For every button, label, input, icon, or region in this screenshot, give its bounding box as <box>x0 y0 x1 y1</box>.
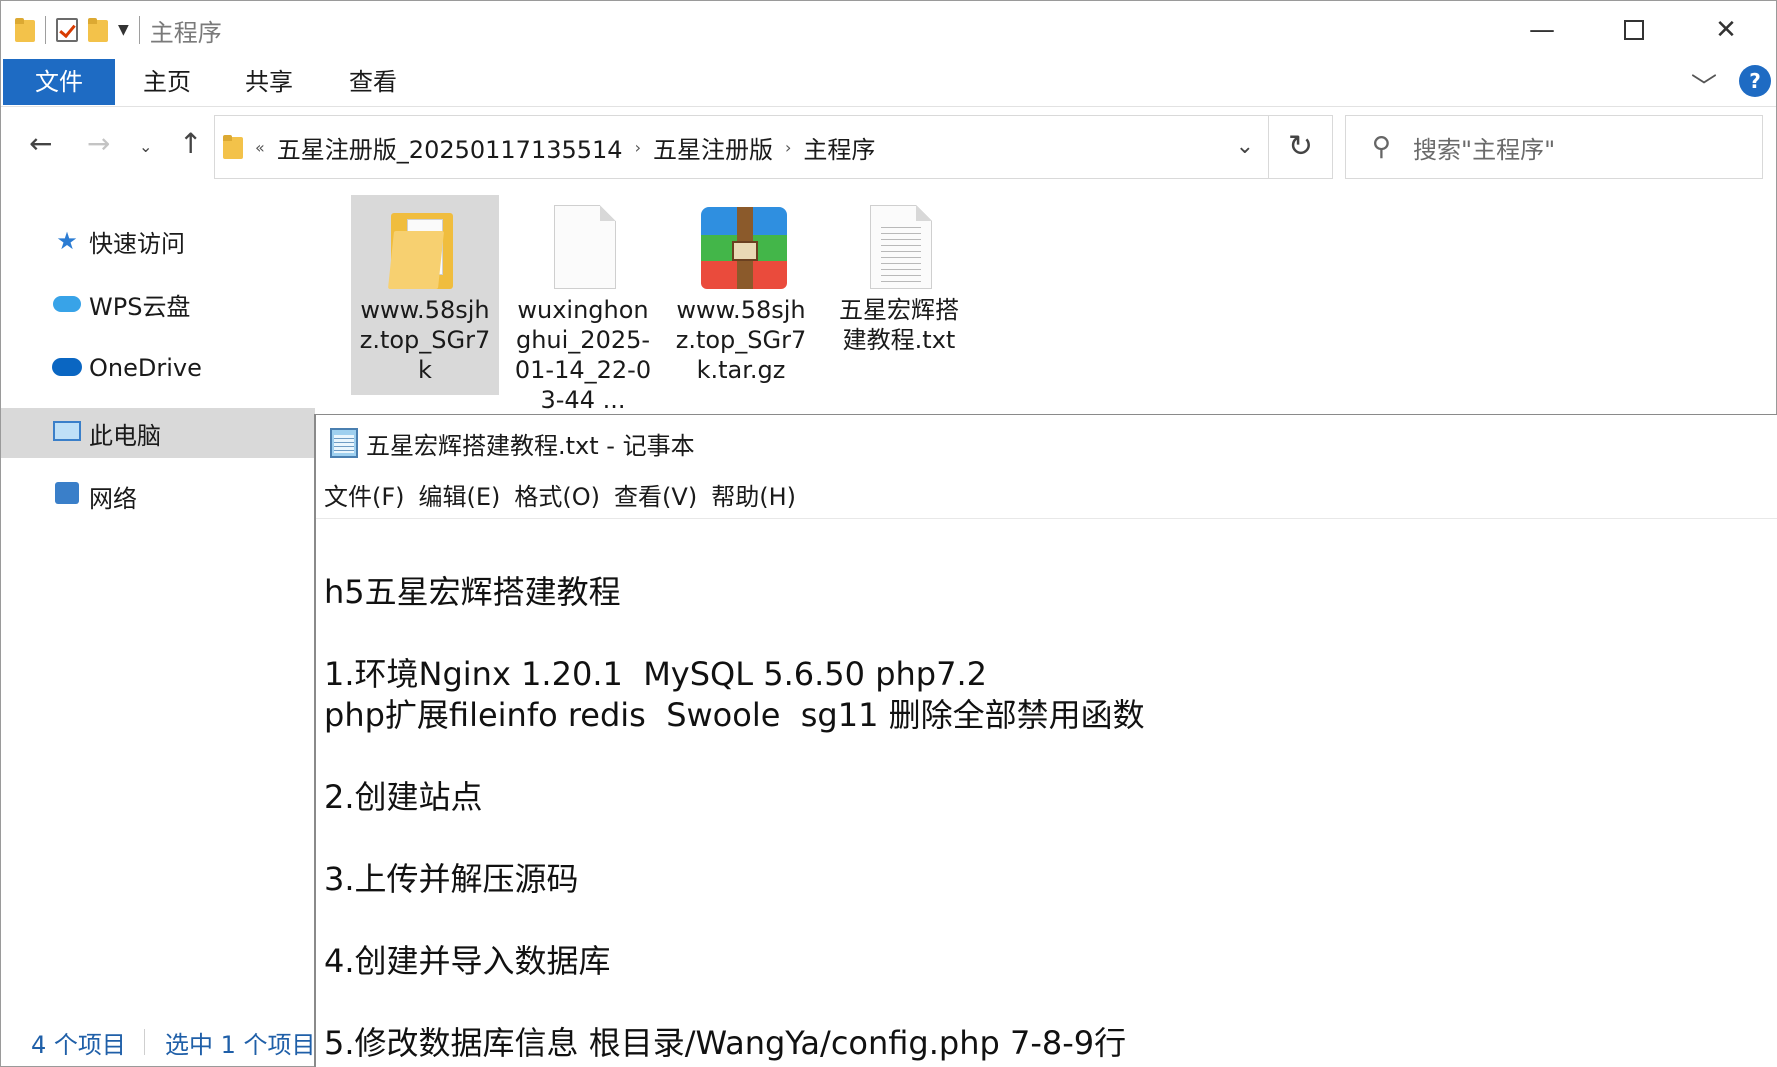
quick-access-toolbar: ▼ <box>1 1 140 59</box>
file-list: www.58sjhz.top_SGr7k wuxinghonghui_2025-… <box>341 195 1741 415</box>
notepad-menubar: 文件(F) 编辑(E) 格式(O) 查看(V) 帮助(H) <box>316 471 1777 519</box>
menu-file[interactable]: 文件(F) <box>324 477 405 512</box>
refresh-button[interactable]: ↻ <box>1269 115 1333 179</box>
status-divider <box>144 1029 145 1055</box>
file-name: 五星宏辉搭建教程.txt <box>839 296 959 354</box>
notepad-title: 五星宏辉搭建教程.txt - 记事本 <box>366 431 695 460</box>
explorer-titlebar: ▼ 主程序 — ✕ <box>1 1 1776 59</box>
window-title: 主程序 <box>149 18 222 47</box>
item-count: 4 个项目 <box>31 1031 126 1059</box>
text-line: 2.创建站点 <box>324 778 483 816</box>
menu-view[interactable]: 查看(V) <box>614 477 697 512</box>
ribbon-tabs: 文件 主页 共享 查看 ﹀ ? <box>1 59 1776 107</box>
network-icon <box>51 482 83 510</box>
sidebar-item-this-pc[interactable]: 此电脑 <box>1 408 315 458</box>
tab-view[interactable]: 查看 <box>333 59 413 105</box>
customize-toolbar-icon[interactable]: ▼ <box>118 22 129 38</box>
address-bar[interactable]: « 五星注册版_20250117135514 › 五星注册版 › 主程序 ⌄ <box>214 115 1269 179</box>
notepad-icon <box>330 428 358 458</box>
text-line: h5五星宏辉搭建教程 <box>324 573 621 611</box>
text-line <box>324 982 1764 1023</box>
file-item-folder[interactable]: www.58sjhz.top_SGr7k <box>351 195 499 395</box>
address-dropdown-chevron-icon[interactable]: ⌄ <box>1236 134 1254 159</box>
recent-locations-chevron-icon[interactable]: ⌄ <box>139 137 152 156</box>
folder-icon <box>15 18 35 42</box>
tab-share[interactable]: 共享 <box>229 59 309 105</box>
selected-count: 选中 1 个项目 <box>165 1031 316 1059</box>
tab-home[interactable]: 主页 <box>127 59 207 105</box>
file-name: www.58sjhz.top_SGr7k.tar.gz <box>675 296 807 384</box>
text-line <box>324 736 1764 777</box>
text-line: 4.创建并导入数据库 <box>324 942 611 980</box>
wps-cloud-icon <box>51 290 83 318</box>
sidebar-item-wps-cloud[interactable]: WPS云盘 <box>1 280 315 328</box>
folder-icon <box>387 209 453 289</box>
search-input[interactable]: 搜索"主程序" <box>1413 130 1555 165</box>
navigation-pane: ★ 快速访问 WPS云盘 OneDrive 此电脑 网络 <box>1 187 315 1007</box>
computer-icon <box>51 419 83 447</box>
expand-ribbon-chevron-icon[interactable]: ﹀ <box>1691 67 1717 104</box>
text-editor[interactable]: h5五星宏辉搭建教程 1.环境Nginx 1.20.1 MySQL 5.6.50… <box>324 531 1764 1064</box>
breadcrumb-item[interactable]: 五星注册版_20250117135514 <box>277 130 623 165</box>
notepad-window: 五星宏辉搭建教程.txt - 记事本 文件(F) 编辑(E) 格式(O) 查看(… <box>314 414 1777 1067</box>
text-line <box>324 613 1764 654</box>
file-item-text[interactable]: 五星宏辉搭建教程.txt <box>825 195 973 395</box>
sidebar-item-network[interactable]: 网络 <box>1 472 315 520</box>
blank-file-icon <box>554 205 616 289</box>
breadcrumb-item[interactable]: 主程序 <box>803 130 875 165</box>
sidebar-item-onedrive[interactable]: OneDrive <box>1 344 315 392</box>
search-box[interactable]: ⚲ 搜索"主程序" <box>1345 115 1763 179</box>
file-name: www.58sjhz.top_SGr7k <box>359 296 491 384</box>
text-line: php扩展fileinfo redis Swoole sg11 删除全部禁用函数 <box>324 696 1145 734</box>
up-arrow-icon[interactable]: ↑ <box>179 127 202 160</box>
onedrive-cloud-icon <box>51 354 83 382</box>
breadcrumb-separator-icon[interactable]: › <box>635 138 641 157</box>
sidebar-item-label: 网络 <box>89 484 137 513</box>
back-arrow-icon[interactable]: ← <box>29 127 52 160</box>
sidebar-item-quick-access[interactable]: ★ 快速访问 <box>1 217 315 265</box>
close-button[interactable]: ✕ <box>1685 1 1767 59</box>
breadcrumb-overflow-icon[interactable]: « <box>255 138 265 157</box>
menu-help[interactable]: 帮助(H) <box>711 477 796 512</box>
new-folder-icon[interactable] <box>88 18 108 42</box>
breadcrumb-item[interactable]: 五星注册版 <box>653 130 773 165</box>
text-line <box>324 818 1764 859</box>
help-icon[interactable]: ? <box>1739 65 1771 97</box>
forward-arrow-icon[interactable]: → <box>87 127 110 160</box>
star-icon: ★ <box>56 227 78 255</box>
text-line: 5.修改数据库信息 根目录/WangYa/config.php 7-8-9行 <box>324 1024 1127 1062</box>
navigation-bar: ← → ⌄ ↑ « 五星注册版_20250117135514 › 五星注册版 ›… <box>1 107 1776 187</box>
archive-icon <box>701 207 787 289</box>
minimize-button[interactable]: — <box>1501 1 1583 59</box>
status-bar: 4 个项目 选中 1 个项目 <box>1 1019 316 1063</box>
folder-icon <box>223 135 243 159</box>
file-name: wuxinghonghui_2025-01-14_22-03-44 ... <box>514 296 652 414</box>
menu-edit[interactable]: 编辑(E) <box>419 477 501 512</box>
text-line <box>324 531 1764 572</box>
search-icon: ⚲ <box>1372 132 1392 162</box>
sidebar-item-label: 快速访问 <box>89 229 185 258</box>
breadcrumb-separator-icon[interactable]: › <box>785 138 791 157</box>
tab-file[interactable]: 文件 <box>3 59 115 105</box>
sidebar-item-label: 此电脑 <box>89 421 161 450</box>
text-line <box>324 900 1764 941</box>
sidebar-item-label: WPS云盘 <box>89 292 191 321</box>
file-item-archive[interactable]: www.58sjhz.top_SGr7k.tar.gz <box>667 195 815 395</box>
properties-icon[interactable] <box>56 18 78 42</box>
toolbar-divider <box>45 16 46 44</box>
maximize-button[interactable] <box>1593 1 1675 59</box>
notepad-titlebar: 五星宏辉搭建教程.txt - 记事本 <box>316 415 1777 471</box>
file-item-blank[interactable]: wuxinghonghui_2025-01-14_22-03-44 ... <box>509 195 657 414</box>
sidebar-item-label: OneDrive <box>89 354 202 382</box>
menu-format[interactable]: 格式(O) <box>514 477 600 512</box>
maximize-icon <box>1624 20 1644 40</box>
toolbar-divider <box>138 16 140 44</box>
text-line: 3.上传并解压源码 <box>324 860 579 898</box>
text-line: 1.环境Nginx 1.20.1 MySQL 5.6.50 php7.2 <box>324 655 987 693</box>
text-file-icon <box>870 205 932 289</box>
